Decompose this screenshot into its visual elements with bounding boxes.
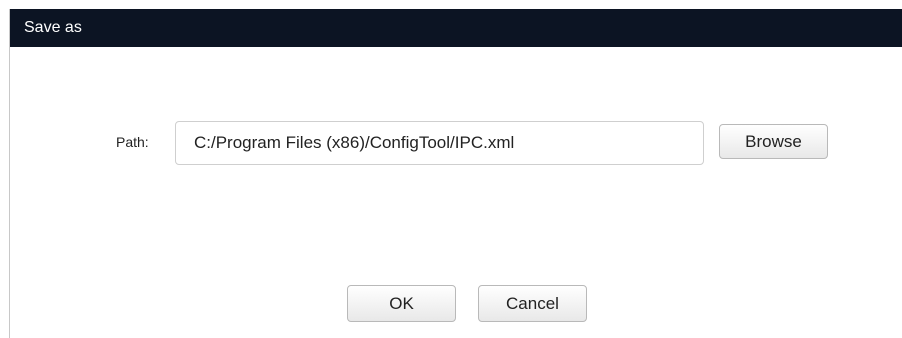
ok-button[interactable]: OK xyxy=(347,285,456,322)
save-as-dialog: Save as Path: Browse OK Cancel xyxy=(9,9,902,338)
browse-button[interactable]: Browse xyxy=(719,124,828,159)
path-label: Path: xyxy=(116,134,149,150)
dialog-titlebar[interactable]: Save as xyxy=(10,9,902,47)
dialog-title: Save as xyxy=(24,19,82,36)
path-input[interactable] xyxy=(175,121,704,165)
cancel-button[interactable]: Cancel xyxy=(478,285,587,322)
